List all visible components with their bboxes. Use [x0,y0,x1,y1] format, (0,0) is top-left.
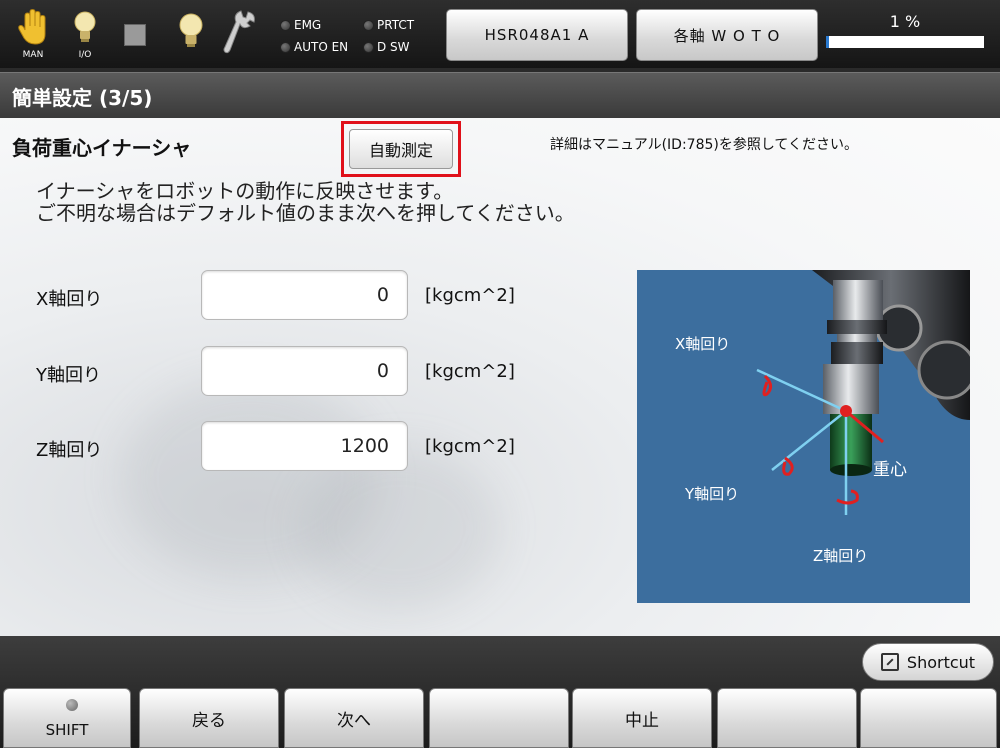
z-axis-diagram-label: Z軸回り [813,547,869,565]
z-inertia-input[interactable]: 1200 [201,421,408,471]
axis-mode-button[interactable]: 各軸 W O T O [636,9,818,61]
speed-bar-fill [826,36,830,48]
lightbulb-icon [74,11,96,42]
next-key[interactable]: 次へ [284,688,424,748]
manual-note: 詳細はマニュアル(ID:785)を参照してください。 [550,137,859,153]
cancel-key[interactable]: 中止 [572,688,712,748]
auto-en-led [280,41,291,53]
x-unit-label: [kgcm^2] [425,285,515,306]
z-axis-label: Z軸回り [36,440,103,461]
lamp-button[interactable] [172,8,210,60]
shift-label: SHIFT [45,721,89,739]
shortcut-icon [880,653,899,671]
speed-bar [826,36,984,48]
description: イナーシャをロボットの動作に反映させます。 ご不明な場合はデフォルト値のまま次へ… [36,180,575,224]
robot-flange-illustration [756,270,970,515]
prtct-label: PRTCT [377,18,415,32]
auto-measure-highlight: 自動測定 [341,121,461,177]
description-line: イナーシャをロボットの動作に反映させます。 [36,179,454,203]
function-key-bar: Shortcut SHIFT 戻る 次へ 中止 [0,636,1000,748]
led-group-left: EMG AUTO EN [280,14,348,58]
center-of-gravity-label: 重心 [873,460,907,480]
description-line: ご不明な場合はデフォルト値のまま次へを押してください。 [36,201,575,225]
led-group-right: PRTCT D SW [363,14,414,58]
title-bar: 簡単設定 (3/5) [0,72,1000,118]
back-key[interactable]: 戻る [139,688,279,748]
auto-measure-button[interactable]: 自動測定 [349,129,453,169]
y-inertia-input[interactable]: 0 [201,346,408,396]
y-axis-diagram-label: Y軸回り [685,485,740,503]
stop-square-icon[interactable] [124,24,146,46]
emg-label: EMG [294,18,322,32]
robot-select-button[interactable]: HSR048A1 A [446,9,628,61]
main-content: 負荷重心イナーシャ 自動測定 詳細はマニュアル(ID:785)を参照してください… [0,118,1000,636]
x-inertia-input[interactable]: 0 [201,270,408,320]
status-bar: MAN I/O EMG AUTO EN PRTCT D SW HSR048A1 … [0,0,1000,68]
shortcut-button[interactable]: Shortcut [862,643,994,681]
speed-label: 1 % [889,12,921,31]
function-key-7[interactable] [860,688,997,748]
x-axis-label: X軸回り [36,289,103,310]
shift-key[interactable]: SHIFT [3,688,131,748]
emg-led [280,19,291,31]
y-axis-label: Y軸回り [36,365,101,386]
auto-en-label: AUTO EN [294,40,349,54]
dsw-led [363,41,374,53]
mode-caption: MAN [22,50,44,60]
y-unit-label: [kgcm^2] [425,361,515,382]
function-key-6[interactable] [717,688,857,748]
manual-mode-button[interactable]: MAN [14,8,52,60]
background-shade [300,448,500,608]
wrench-icon [223,10,255,54]
io-button[interactable]: I/O [66,8,104,60]
function-key-4[interactable] [429,688,569,748]
page-title: 簡単設定 (3/5) [12,86,153,110]
io-caption: I/O [78,50,92,60]
inertia-diagram: X軸回り Y軸回り Z軸回り 重心 [637,270,970,603]
x-axis-diagram-label: X軸回り [675,335,731,353]
hand-icon [18,8,46,45]
speed-indicator[interactable]: 1 % [826,12,984,48]
shortcut-label: Shortcut [906,652,976,672]
z-unit-label: [kgcm^2] [425,436,515,457]
lightbulb-icon [179,13,203,47]
dsw-label: D SW [377,40,410,54]
maintenance-button[interactable] [222,8,260,60]
prtct-led [363,19,374,31]
section-title: 負荷重心イナーシャ [12,136,192,160]
shift-led-icon [66,699,78,711]
